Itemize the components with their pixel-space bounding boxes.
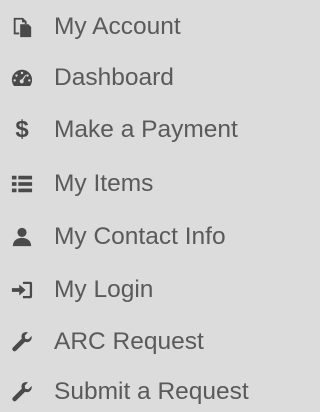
menu-item-dashboard[interactable]: Dashboard xyxy=(0,58,305,98)
sidebar-menu: My Account Dashboard $ Make a Payment My xyxy=(0,0,305,411)
wrench-icon xyxy=(10,330,34,354)
user-icon xyxy=(10,225,34,249)
menu-item-label: My Contact Info xyxy=(54,223,226,250)
menu-item-make-a-payment[interactable]: $ Make a Payment xyxy=(0,110,305,150)
menu-item-my-account[interactable]: My Account xyxy=(0,7,305,47)
menu-item-arc-request[interactable]: ARC Request xyxy=(0,322,305,362)
menu-item-label: My Login xyxy=(54,276,154,303)
menu-item-my-login[interactable]: My Login xyxy=(0,270,305,310)
sign-in-icon xyxy=(10,278,34,302)
dollar-icon: $ xyxy=(15,116,29,143)
dashboard-icon xyxy=(10,66,34,90)
menu-item-label: My Items xyxy=(54,170,154,197)
menu-item-label: My Account xyxy=(54,13,181,40)
menu-item-label: Dashboard xyxy=(54,64,174,91)
menu-item-my-items[interactable]: My Items xyxy=(0,164,305,204)
list-icon xyxy=(10,172,34,196)
menu-item-submit-a-request[interactable]: Submit a Request xyxy=(0,372,305,412)
menu-item-label: Make a Payment xyxy=(54,116,238,143)
wrench-icon xyxy=(10,380,34,404)
menu-item-label: ARC Request xyxy=(54,328,204,355)
menu-item-label: Submit a Request xyxy=(54,378,249,405)
menu-item-my-contact-info[interactable]: My Contact Info xyxy=(0,217,305,257)
copy-icon xyxy=(10,15,34,39)
